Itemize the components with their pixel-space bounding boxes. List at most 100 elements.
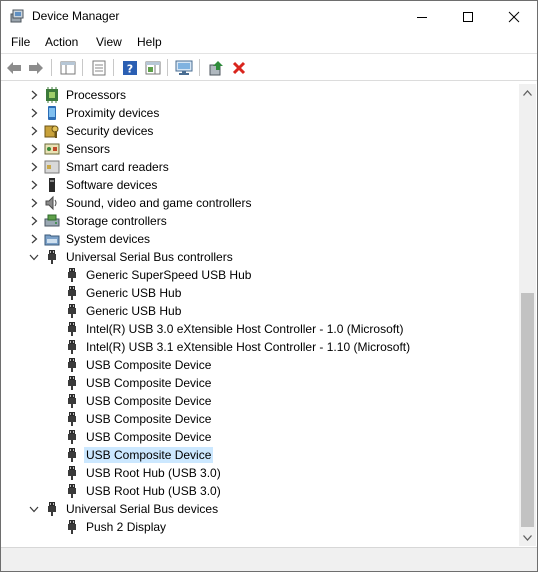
tree-category-row[interactable]: Sound, video and game controllers bbox=[5, 194, 519, 212]
help-icon[interactable]: ? bbox=[120, 58, 140, 78]
tree-category-row[interactable]: Storage controllers bbox=[5, 212, 519, 230]
minimize-button[interactable] bbox=[399, 1, 445, 32]
chevron-right-icon[interactable] bbox=[28, 125, 40, 137]
tree-item-label[interactable]: USB Root Hub (USB 3.0) bbox=[84, 483, 223, 499]
menu-help[interactable]: Help bbox=[137, 35, 162, 49]
tree-category-row[interactable]: Processors bbox=[5, 86, 519, 104]
tree-device-row[interactable]: USB Composite Device bbox=[5, 356, 519, 374]
tree-item-label[interactable]: Sound, video and game controllers bbox=[64, 195, 253, 211]
toolbar-separator bbox=[199, 59, 200, 76]
tree-item-label[interactable]: Smart card readers bbox=[64, 159, 171, 175]
tree-item-label[interactable]: USB Composite Device bbox=[84, 393, 213, 409]
tree-item-label[interactable]: Software devices bbox=[64, 177, 159, 193]
tree-category-row[interactable]: System devices bbox=[5, 230, 519, 248]
chevron-right-icon[interactable] bbox=[28, 179, 40, 191]
scroll-down-icon[interactable] bbox=[519, 529, 536, 546]
tree-category-row[interactable]: Software devices bbox=[5, 176, 519, 194]
proximity-icon bbox=[44, 105, 60, 121]
tree-item-label[interactable]: Processors bbox=[64, 87, 128, 103]
tree-item-label[interactable]: Generic USB Hub bbox=[84, 285, 183, 301]
tree-category-row[interactable]: Sensors bbox=[5, 140, 519, 158]
usb-icon bbox=[64, 357, 80, 373]
back-icon[interactable] bbox=[4, 58, 24, 78]
chevron-right-icon[interactable] bbox=[28, 107, 40, 119]
tree-item-label[interactable]: Sensors bbox=[64, 141, 112, 157]
tree-category-row[interactable]: Smart card readers bbox=[5, 158, 519, 176]
usb-icon bbox=[64, 429, 80, 445]
chevron-right-icon[interactable] bbox=[28, 233, 40, 245]
usb-icon bbox=[64, 519, 80, 535]
tree-device-row[interactable]: Intel(R) USB 3.1 eXtensible Host Control… bbox=[5, 338, 519, 356]
smart-card-icon bbox=[44, 159, 60, 175]
tree-category-row[interactable]: Universal Serial Bus devices bbox=[5, 500, 519, 518]
tree-device-row[interactable]: USB Composite Device bbox=[5, 392, 519, 410]
tree-device-row[interactable]: Push 2 Display bbox=[5, 518, 519, 536]
tree-device-row[interactable]: USB Root Hub (USB 3.0) bbox=[5, 464, 519, 482]
tree-device-row[interactable]: Generic USB Hub bbox=[5, 284, 519, 302]
tree-device-row[interactable]: Generic USB Hub bbox=[5, 302, 519, 320]
tree-device-row[interactable]: Generic SuperSpeed USB Hub bbox=[5, 266, 519, 284]
tree-device-row[interactable]: USB Composite Device bbox=[5, 410, 519, 428]
title-bar[interactable]: Device Manager bbox=[1, 1, 537, 32]
forward-icon[interactable] bbox=[26, 58, 46, 78]
maximize-button[interactable] bbox=[445, 1, 491, 32]
tree-device-row[interactable]: USB Composite Device bbox=[5, 374, 519, 392]
security-key-icon bbox=[44, 123, 60, 139]
tree-item-label[interactable]: Generic SuperSpeed USB Hub bbox=[84, 267, 253, 283]
tree-item-label[interactable]: USB Composite Device bbox=[84, 375, 213, 391]
tree-item-label[interactable]: USB Composite Device bbox=[84, 357, 213, 373]
tree-item-label[interactable]: Generic USB Hub bbox=[84, 303, 183, 319]
action-pane-icon[interactable] bbox=[143, 58, 163, 78]
tree-category-row[interactable]: Security devices bbox=[5, 122, 519, 140]
tree-item-label[interactable]: Universal Serial Bus controllers bbox=[64, 249, 235, 265]
tree-item-label[interactable]: Universal Serial Bus devices bbox=[64, 501, 220, 517]
chevron-right-icon[interactable] bbox=[28, 89, 40, 101]
usb-icon bbox=[64, 465, 80, 481]
tree-item-label[interactable]: Push 2 Display bbox=[84, 519, 168, 535]
show-hide-console-tree-icon[interactable] bbox=[58, 58, 78, 78]
vertical-scrollbar[interactable] bbox=[519, 84, 536, 546]
tree-item-label[interactable]: USB Root Hub (USB 3.0) bbox=[84, 465, 223, 481]
scroll-up-icon[interactable] bbox=[519, 84, 536, 101]
properties-icon[interactable] bbox=[89, 58, 109, 78]
tree-device-row[interactable]: USB Composite Device bbox=[5, 446, 519, 464]
tree-item-label[interactable]: Intel(R) USB 3.1 eXtensible Host Control… bbox=[84, 339, 412, 355]
tree-category-row[interactable]: Universal Serial Bus controllers bbox=[5, 248, 519, 266]
tree-category-row[interactable]: Proximity devices bbox=[5, 104, 519, 122]
scrollbar-thumb[interactable] bbox=[521, 293, 534, 527]
uninstall-device-icon[interactable] bbox=[229, 58, 249, 78]
close-button[interactable] bbox=[491, 1, 537, 32]
menu-file[interactable]: File bbox=[11, 35, 30, 49]
toolbar-separator bbox=[113, 59, 114, 76]
chevron-down-icon[interactable] bbox=[28, 503, 40, 515]
tree-item-label[interactable]: Intel(R) USB 3.0 eXtensible Host Control… bbox=[84, 321, 405, 337]
chevron-right-icon[interactable] bbox=[28, 143, 40, 155]
menu-action[interactable]: Action bbox=[45, 35, 78, 49]
menu-view[interactable]: View bbox=[96, 35, 122, 49]
chevron-down-icon[interactable] bbox=[28, 251, 40, 263]
device-manager-window: Device Manager File Action View Help ? P… bbox=[0, 0, 538, 572]
chevron-right-icon[interactable] bbox=[28, 197, 40, 209]
speaker-icon bbox=[44, 195, 60, 211]
tree-item-label[interactable]: Proximity devices bbox=[64, 105, 161, 121]
storage-icon bbox=[44, 213, 60, 229]
chevron-right-icon[interactable] bbox=[28, 215, 40, 227]
tree-item-label[interactable]: USB Composite Device bbox=[84, 411, 213, 427]
device-tree[interactable]: Processors Proximity devices Security devi… bbox=[5, 84, 519, 546]
update-driver-icon[interactable] bbox=[206, 58, 226, 78]
tree-item-label[interactable]: Security devices bbox=[64, 123, 155, 139]
scan-hardware-icon[interactable] bbox=[174, 58, 194, 78]
tree-device-row[interactable]: Intel(R) USB 3.0 eXtensible Host Control… bbox=[5, 320, 519, 338]
tree-device-row[interactable]: USB Composite Device bbox=[5, 428, 519, 446]
usb-icon bbox=[64, 321, 80, 337]
tree-device-row[interactable]: USB Root Hub (USB 3.0) bbox=[5, 482, 519, 500]
tree-item-label[interactable]: USB Composite Device bbox=[84, 429, 213, 445]
tree-item-label[interactable]: System devices bbox=[64, 231, 152, 247]
tree-item-label[interactable]: USB Composite Device bbox=[84, 447, 214, 463]
usb-icon bbox=[64, 411, 80, 427]
chevron-right-icon[interactable] bbox=[28, 161, 40, 173]
tree-item-label[interactable]: Storage controllers bbox=[64, 213, 169, 229]
menu-bar: File Action View Help bbox=[1, 32, 537, 53]
svg-text:?: ? bbox=[127, 63, 133, 76]
usb-icon bbox=[64, 267, 80, 283]
